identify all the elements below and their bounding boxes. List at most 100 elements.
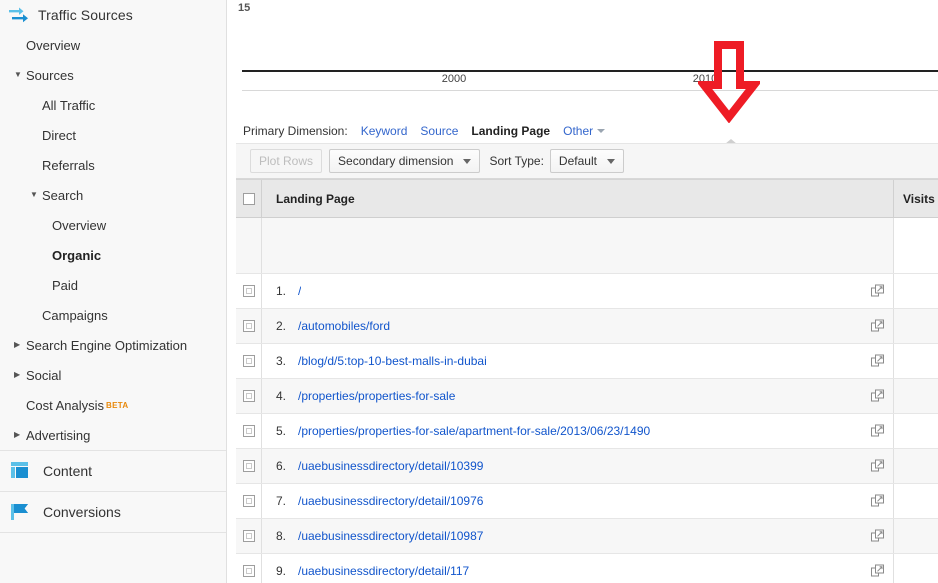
- sidebar-item-sources[interactable]: ▼ Sources: [0, 60, 226, 90]
- sidebar-item-conversions[interactable]: Conversions: [0, 491, 226, 532]
- primary-dimension-other[interactable]: Other: [563, 124, 606, 138]
- row-landing-page-cell[interactable]: 7. /uaebusinessdirectory/detail/10976: [262, 484, 893, 518]
- row-checkbox[interactable]: [242, 390, 255, 402]
- row-checkbox[interactable]: [242, 565, 255, 577]
- row-select-cell[interactable]: [236, 519, 262, 553]
- nav-indent-spacer: [30, 101, 39, 109]
- row-landing-page-link[interactable]: /uaebusinessdirectory/detail/10399: [298, 459, 483, 473]
- sidebar-header-traffic-sources[interactable]: Traffic Sources: [0, 0, 226, 30]
- row-select-cell[interactable]: [236, 274, 262, 308]
- table-row[interactable]: 4. /properties/properties-for-sale: [236, 379, 938, 414]
- row-landing-page-link[interactable]: /properties/properties-for-sale: [298, 389, 455, 403]
- row-select-cell[interactable]: [236, 414, 262, 448]
- secondary-dimension-label: Secondary dimension: [338, 154, 454, 168]
- open-in-new-icon[interactable]: [871, 564, 884, 578]
- row-landing-page-cell[interactable]: 5. /properties/properties-for-sale/apartm…: [262, 414, 893, 448]
- row-select-cell[interactable]: [236, 484, 262, 518]
- row-landing-page-link[interactable]: /automobiles/ford: [298, 319, 390, 333]
- row-checkbox[interactable]: [242, 495, 255, 507]
- sidebar-item-advertising[interactable]: ▶ Advertising: [0, 420, 226, 450]
- column-header-landing-page[interactable]: Landing Page: [262, 180, 893, 217]
- conversions-icon: [10, 502, 32, 522]
- row-landing-page-cell[interactable]: 2. /automobiles/ford: [262, 309, 893, 343]
- sidebar-item-label: Advertising: [26, 427, 91, 443]
- row-landing-page-cell[interactable]: 3. /blog/d/5:top-10-best-malls-in-dubai: [262, 344, 893, 378]
- visits-chart[interactable]: 15 2000 2010: [236, 0, 938, 113]
- table-row[interactable]: 8. /uaebusinessdirectory/detail/10987: [236, 519, 938, 554]
- primary-dimension-source[interactable]: Source: [420, 124, 458, 138]
- column-header-landing-page-label: Landing Page: [276, 191, 355, 206]
- sidebar-item-referrals[interactable]: Referrals: [0, 150, 226, 180]
- row-visits-cell: [893, 554, 938, 583]
- sidebar-item-campaigns[interactable]: Campaigns: [0, 300, 226, 330]
- primary-dimension-bar: Primary Dimension: Keyword Source Landin…: [236, 120, 938, 144]
- row-checkbox[interactable]: [242, 285, 255, 297]
- row-landing-page-link[interactable]: /uaebusinessdirectory/detail/10976: [298, 494, 483, 508]
- row-landing-page-cell[interactable]: 1. /: [262, 274, 893, 308]
- row-visits-cell: [893, 484, 938, 518]
- row-landing-page-link[interactable]: /uaebusinessdirectory/detail/10987: [298, 529, 483, 543]
- sort-type-label: Sort Type:: [489, 154, 544, 168]
- table-row[interactable]: 6. /uaebusinessdirectory/detail/10399: [236, 449, 938, 484]
- row-checkbox[interactable]: [242, 320, 255, 332]
- primary-dimension-keyword[interactable]: Keyword: [361, 124, 408, 138]
- row-select-cell[interactable]: [236, 379, 262, 413]
- table-row[interactable]: 2. /automobiles/ford: [236, 309, 938, 344]
- sidebar-item-overview[interactable]: Overview: [0, 210, 226, 240]
- chart-x-axis-line: [242, 70, 938, 72]
- plot-rows-label: Plot Rows: [259, 154, 314, 168]
- row-landing-page-cell[interactable]: 4. /properties/properties-for-sale: [262, 379, 893, 413]
- primary-dimension-other-label: Other: [563, 124, 594, 138]
- row-landing-page-link[interactable]: /uaebusinessdirectory/detail/117: [298, 564, 469, 578]
- select-all-cell[interactable]: [236, 180, 262, 217]
- sidebar-item-content[interactable]: Content: [0, 450, 226, 491]
- select-all-checkbox[interactable]: [242, 192, 255, 205]
- row-landing-page-link[interactable]: /blog/d/5:top-10-best-malls-in-dubai: [298, 354, 487, 368]
- row-landing-page-link[interactable]: /: [298, 284, 301, 298]
- open-in-new-icon[interactable]: [871, 284, 884, 298]
- open-in-new-icon[interactable]: [871, 459, 884, 473]
- sidebar-item-overview[interactable]: Overview: [0, 30, 226, 60]
- sidebar-item-paid[interactable]: Paid: [0, 270, 226, 300]
- row-select-cell[interactable]: [236, 449, 262, 483]
- row-checkbox[interactable]: [242, 530, 255, 542]
- sidebar-item-cost-analysis[interactable]: Cost Analysis BETA: [0, 390, 226, 420]
- row-select-cell[interactable]: [236, 309, 262, 343]
- nav-indent-spacer: [40, 281, 49, 289]
- sidebar-item-search[interactable]: ▼ Search: [0, 180, 226, 210]
- open-in-new-icon[interactable]: [871, 319, 884, 333]
- table-row[interactable]: 7. /uaebusinessdirectory/detail/10976: [236, 484, 938, 519]
- open-in-new-icon[interactable]: [871, 529, 884, 543]
- table-row[interactable]: 5. /properties/properties-for-sale/apartm…: [236, 414, 938, 449]
- table-row[interactable]: 3. /blog/d/5:top-10-best-malls-in-dubai: [236, 344, 938, 379]
- sidebar-item-conversions-label: Conversions: [43, 504, 121, 520]
- sidebar-item-search-engine-optimization[interactable]: ▶ Search Engine Optimization: [0, 330, 226, 360]
- primary-dimension-landing-page[interactable]: Landing Page: [471, 124, 550, 138]
- row-landing-page-cell[interactable]: 9. /uaebusinessdirectory/detail/117: [262, 554, 893, 583]
- row-landing-page-cell[interactable]: 8. /uaebusinessdirectory/detail/10987: [262, 519, 893, 553]
- row-select-cell[interactable]: [236, 554, 262, 583]
- table-row[interactable]: 1. /: [236, 274, 938, 309]
- table-row[interactable]: 9. /uaebusinessdirectory/detail/117: [236, 554, 938, 583]
- sort-type-select[interactable]: Default: [549, 149, 624, 173]
- sidebar-item-all-traffic[interactable]: All Traffic: [0, 90, 226, 120]
- sidebar-item-organic[interactable]: Organic: [0, 240, 226, 270]
- open-in-new-icon[interactable]: [871, 424, 884, 438]
- column-header-visits[interactable]: Visits: [893, 180, 938, 217]
- plot-rows-button[interactable]: Plot Rows: [250, 149, 323, 173]
- row-select-cell[interactable]: [236, 344, 262, 378]
- row-checkbox[interactable]: [242, 425, 255, 437]
- row-checkbox[interactable]: [242, 355, 255, 367]
- row-rank: 8.: [276, 529, 287, 543]
- row-landing-page-link[interactable]: /properties/properties-for-sale/apartmen…: [298, 424, 650, 438]
- open-in-new-icon[interactable]: [871, 494, 884, 508]
- sidebar-header-label: Traffic Sources: [38, 7, 133, 23]
- open-in-new-icon[interactable]: [871, 389, 884, 403]
- row-landing-page-cell[interactable]: 6. /uaebusinessdirectory/detail/10399: [262, 449, 893, 483]
- sidebar-item-direct[interactable]: Direct: [0, 120, 226, 150]
- sidebar-item-social[interactable]: ▶ Social: [0, 360, 226, 390]
- secondary-dimension-button[interactable]: Secondary dimension: [329, 149, 481, 173]
- row-checkbox[interactable]: [242, 460, 255, 472]
- summary-check-cell: [236, 218, 262, 273]
- open-in-new-icon[interactable]: [871, 354, 884, 368]
